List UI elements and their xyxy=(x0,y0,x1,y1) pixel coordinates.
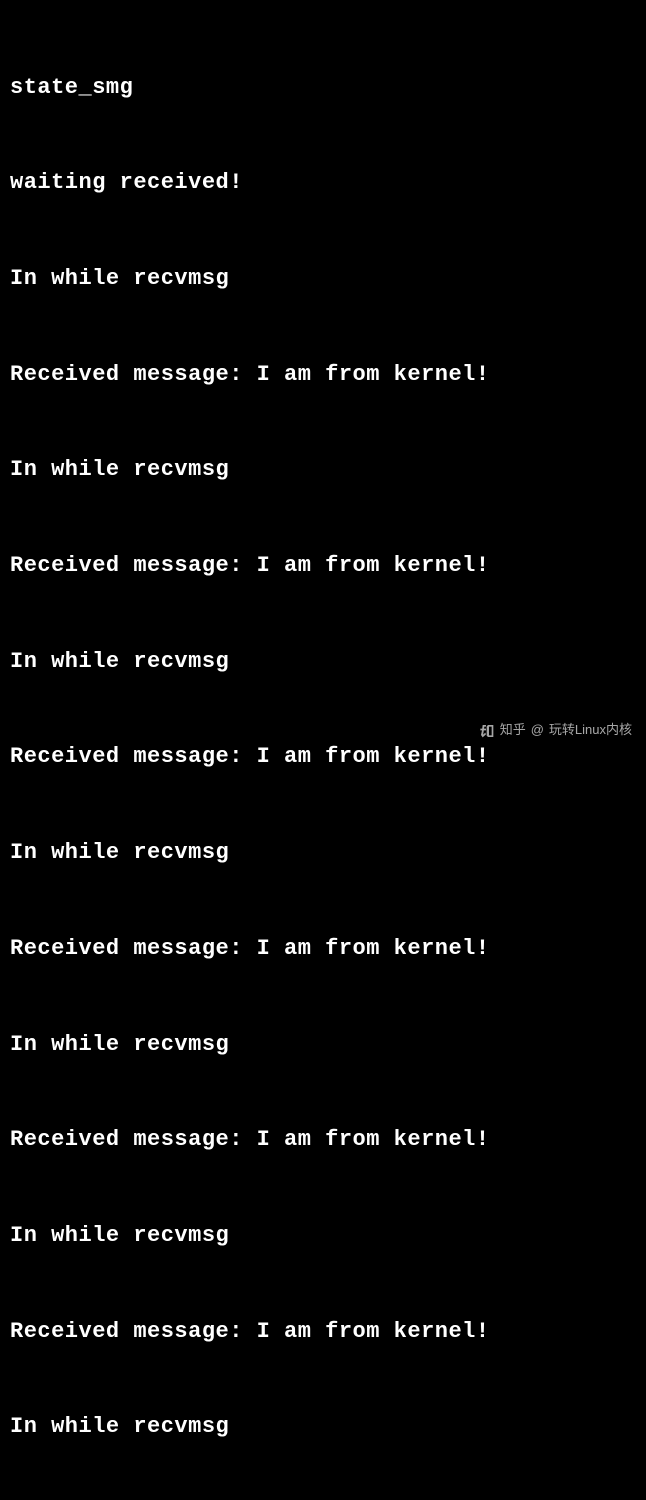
terminal-line: Received message: I am from kernel! xyxy=(10,933,636,965)
terminal-line: Received message: I am from kernel! xyxy=(10,1316,636,1348)
watermark-prefix: 知乎 xyxy=(500,721,526,740)
terminal-line: Received message: I am from kernel! xyxy=(10,1124,636,1156)
terminal-line: In while recvmsg xyxy=(10,1220,636,1252)
terminal-line: In while recvmsg xyxy=(10,454,636,486)
terminal-line: state_smg xyxy=(10,72,636,104)
terminal-line: In while recvmsg xyxy=(10,263,636,295)
terminal-line: In while recvmsg xyxy=(10,646,636,678)
watermark-author: 玩转Linux内核 xyxy=(549,721,632,740)
terminal-line: waiting received! xyxy=(10,167,636,199)
watermark: 知乎 @ 玩转Linux内核 xyxy=(479,721,632,740)
terminal-line: In while recvmsg xyxy=(10,1411,636,1443)
zhihu-icon xyxy=(479,723,495,739)
terminal-line: Received message: I am from kernel! xyxy=(10,550,636,582)
watermark-at: @ xyxy=(531,721,544,740)
terminal-line: Received message: I am from kernel! xyxy=(10,741,636,773)
terminal-line: In while recvmsg xyxy=(10,837,636,869)
terminal-output: state_smg waiting received! In while rec… xyxy=(10,8,636,1500)
terminal-line: Received message: I am from kernel! xyxy=(10,359,636,391)
terminal-line: In while recvmsg xyxy=(10,1029,636,1061)
